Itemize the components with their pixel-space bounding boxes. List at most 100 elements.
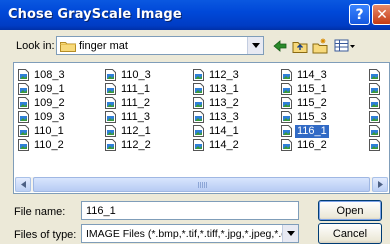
file-item[interactable]: 111_3 [105, 110, 153, 124]
file-name-label: File name: [14, 206, 66, 218]
image-file-icon [281, 125, 292, 137]
image-file-icon [18, 139, 29, 151]
chevron-left-icon [20, 181, 26, 188]
dialog-window: Chose GrayScale Image ? ✕ Look in: finge… [0, 0, 390, 244]
file-item[interactable]: 114_2 [193, 138, 241, 152]
file-item-label: 112_2 [121, 138, 151, 151]
horizontal-scrollbar[interactable] [15, 177, 388, 192]
chevron-down-icon[interactable] [282, 225, 298, 242]
file-item[interactable]: 114_1 [193, 124, 241, 138]
image-file-icon [281, 69, 292, 81]
file-item[interactable]: 116_1 [281, 124, 329, 138]
file-item-partial[interactable] [369, 138, 383, 152]
scrollbar-thumb[interactable] [33, 177, 370, 192]
file-item-label: 115_1 [297, 82, 327, 95]
file-item-label: 112_3 [209, 68, 239, 81]
file-item[interactable]: 112_2 [105, 138, 153, 152]
scroll-right-button[interactable] [372, 177, 388, 192]
image-file-icon [281, 139, 292, 151]
image-file-icon [105, 69, 116, 81]
file-item-label: 115_3 [297, 110, 327, 123]
image-file-icon [193, 69, 204, 81]
image-file-icon [369, 69, 380, 81]
image-file-icon [18, 125, 29, 137]
file-item[interactable]: 108_3 [18, 68, 67, 82]
file-type-dropdown[interactable]: IMAGE Files (*.bmp,*.tif,*.tiff,*.jpg,*.… [81, 224, 299, 243]
file-item[interactable]: 113_2 [193, 96, 241, 110]
file-item-partial[interactable] [369, 96, 383, 110]
file-item-label: 109_1 [34, 82, 65, 95]
file-item-label: 113_1 [209, 82, 239, 95]
image-file-icon [105, 83, 116, 95]
close-button[interactable]: ✕ [372, 4, 390, 25]
back-arrow-icon[interactable] [272, 38, 288, 54]
file-item[interactable]: 110_3 [105, 68, 153, 82]
image-file-icon [18, 83, 29, 95]
view-menu-icon[interactable] [334, 38, 356, 54]
file-item-partial[interactable] [369, 124, 383, 138]
image-file-icon [369, 139, 380, 151]
file-item[interactable]: 110_1 [18, 124, 67, 138]
image-file-icon [18, 111, 29, 123]
file-item[interactable]: 109_2 [18, 96, 67, 110]
file-item[interactable]: 115_3 [281, 110, 329, 124]
file-list[interactable]: 108_3 109_1 109_2 109_3 110_1 110_2 110_3 111_… [13, 62, 390, 194]
look-in-label: Look in: [16, 40, 55, 52]
image-file-icon [193, 97, 204, 109]
file-name-input[interactable]: 116_1 [81, 201, 299, 220]
file-item[interactable]: 112_1 [105, 124, 153, 138]
up-folder-icon[interactable] [292, 38, 308, 54]
file-item[interactable]: 111_2 [105, 96, 153, 110]
image-file-icon [281, 97, 292, 109]
image-file-icon [369, 83, 380, 95]
image-file-icon [105, 125, 116, 137]
file-item-partial[interactable] [369, 110, 383, 124]
help-button[interactable]: ? [349, 4, 370, 25]
scroll-left-button[interactable] [15, 177, 31, 192]
cancel-button[interactable]: Cancel [318, 223, 382, 244]
file-item[interactable]: 113_3 [193, 110, 241, 124]
file-item-label: 108_3 [34, 68, 65, 81]
dialog-title: Chose GrayScale Image [8, 7, 182, 22]
file-item-label: 111_3 [121, 110, 150, 123]
look-in-dropdown[interactable]: finger mat [56, 36, 264, 55]
file-item-partial[interactable] [369, 82, 383, 96]
look-in-row: Look in: finger mat [0, 34, 390, 58]
file-item-label: 114_2 [209, 138, 239, 151]
file-item-label: 109_2 [34, 96, 65, 109]
file-item[interactable]: 110_2 [18, 138, 67, 152]
file-item-label: 116_2 [297, 138, 327, 151]
file-column-partial [369, 68, 383, 152]
file-item[interactable]: 109_3 [18, 110, 67, 124]
file-item[interactable]: 115_2 [281, 96, 329, 110]
file-item-partial[interactable] [369, 68, 383, 82]
file-item-label: 114_1 [209, 124, 239, 137]
cancel-button-label: Cancel [332, 227, 368, 240]
image-file-icon [369, 111, 380, 123]
file-type-label: Files of type: [14, 229, 77, 241]
file-column: 108_3 109_1 109_2 109_3 110_1 110_2 [18, 68, 67, 152]
open-button[interactable]: Open [318, 200, 382, 221]
image-file-icon [105, 111, 116, 123]
file-item[interactable]: 109_1 [18, 82, 67, 96]
chevron-down-icon[interactable] [247, 37, 263, 54]
image-file-icon [369, 125, 380, 137]
title-bar[interactable]: Chose GrayScale Image ? ✕ [0, 0, 390, 30]
image-file-icon [193, 83, 204, 95]
new-folder-icon[interactable] [312, 38, 328, 54]
image-file-icon [105, 139, 116, 151]
file-item-label: 111_2 [121, 96, 150, 109]
file-item[interactable]: 115_1 [281, 82, 329, 96]
file-item[interactable]: 113_1 [193, 82, 241, 96]
file-item-label: 110_1 [34, 124, 64, 137]
image-file-icon [193, 111, 204, 123]
look-in-value: finger mat [79, 40, 128, 52]
file-item[interactable]: 116_2 [281, 138, 329, 152]
file-item-label: 109_3 [34, 110, 65, 123]
file-item[interactable]: 111_1 [105, 82, 153, 96]
file-item-label: 116_1 [295, 124, 329, 138]
file-item-label: 110_3 [121, 68, 151, 81]
file-item-label: 110_2 [34, 138, 64, 151]
file-item[interactable]: 114_3 [281, 68, 329, 82]
file-item[interactable]: 112_3 [193, 68, 241, 82]
